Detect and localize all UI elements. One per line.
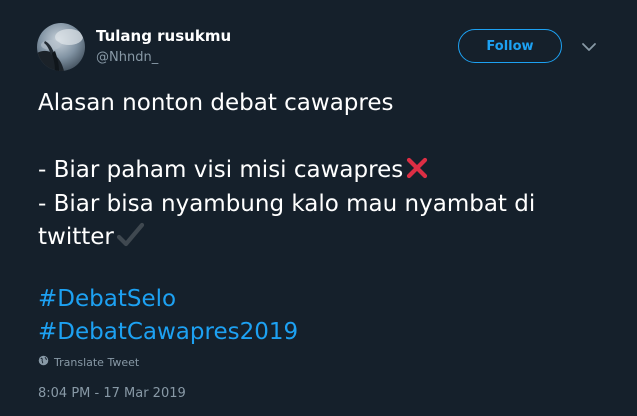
tweet-card: Tulang rusukmu @Nhndn_ Follow Alasan non… xyxy=(0,0,637,416)
chevron-down-icon[interactable] xyxy=(578,38,600,56)
translate-tweet-link[interactable]: Translate Tweet xyxy=(38,355,139,369)
hashtag-link[interactable]: #DebatSelo xyxy=(38,283,176,316)
hashtag-link[interactable]: #DebatCawapres2019 xyxy=(38,316,298,349)
tweet-line-text: - Biar paham visi misi cawapres xyxy=(38,157,404,183)
tweet-line-text: twitter xyxy=(38,224,114,250)
tweet-line-with-emoji: - Biar paham visi misi cawapres xyxy=(38,154,618,188)
tweet-text: Alasan nonton debat cawapres - Biar paha… xyxy=(38,87,618,255)
tweet-line: Alasan nonton debat cawapres xyxy=(38,90,394,116)
translate-label: Translate Tweet xyxy=(54,355,140,369)
profile-photo xyxy=(37,23,85,71)
tweet-line: - Biar bisa nyambung kalo mau nyambat di xyxy=(38,190,536,217)
cross-mark-icon xyxy=(404,155,430,192)
author-handle[interactable]: @Nhndn_ xyxy=(96,50,158,65)
avatar[interactable] xyxy=(37,23,85,71)
follow-button[interactable]: Follow xyxy=(458,29,562,63)
tweet-timestamp[interactable]: 8:04 PM - 17 Mar 2019 xyxy=(38,386,186,401)
author-name[interactable]: Tulang rusukmu xyxy=(96,27,231,45)
tweet-line-with-emoji: twitter xyxy=(38,221,618,255)
check-mark-icon xyxy=(115,222,145,259)
globe-icon xyxy=(38,355,49,369)
